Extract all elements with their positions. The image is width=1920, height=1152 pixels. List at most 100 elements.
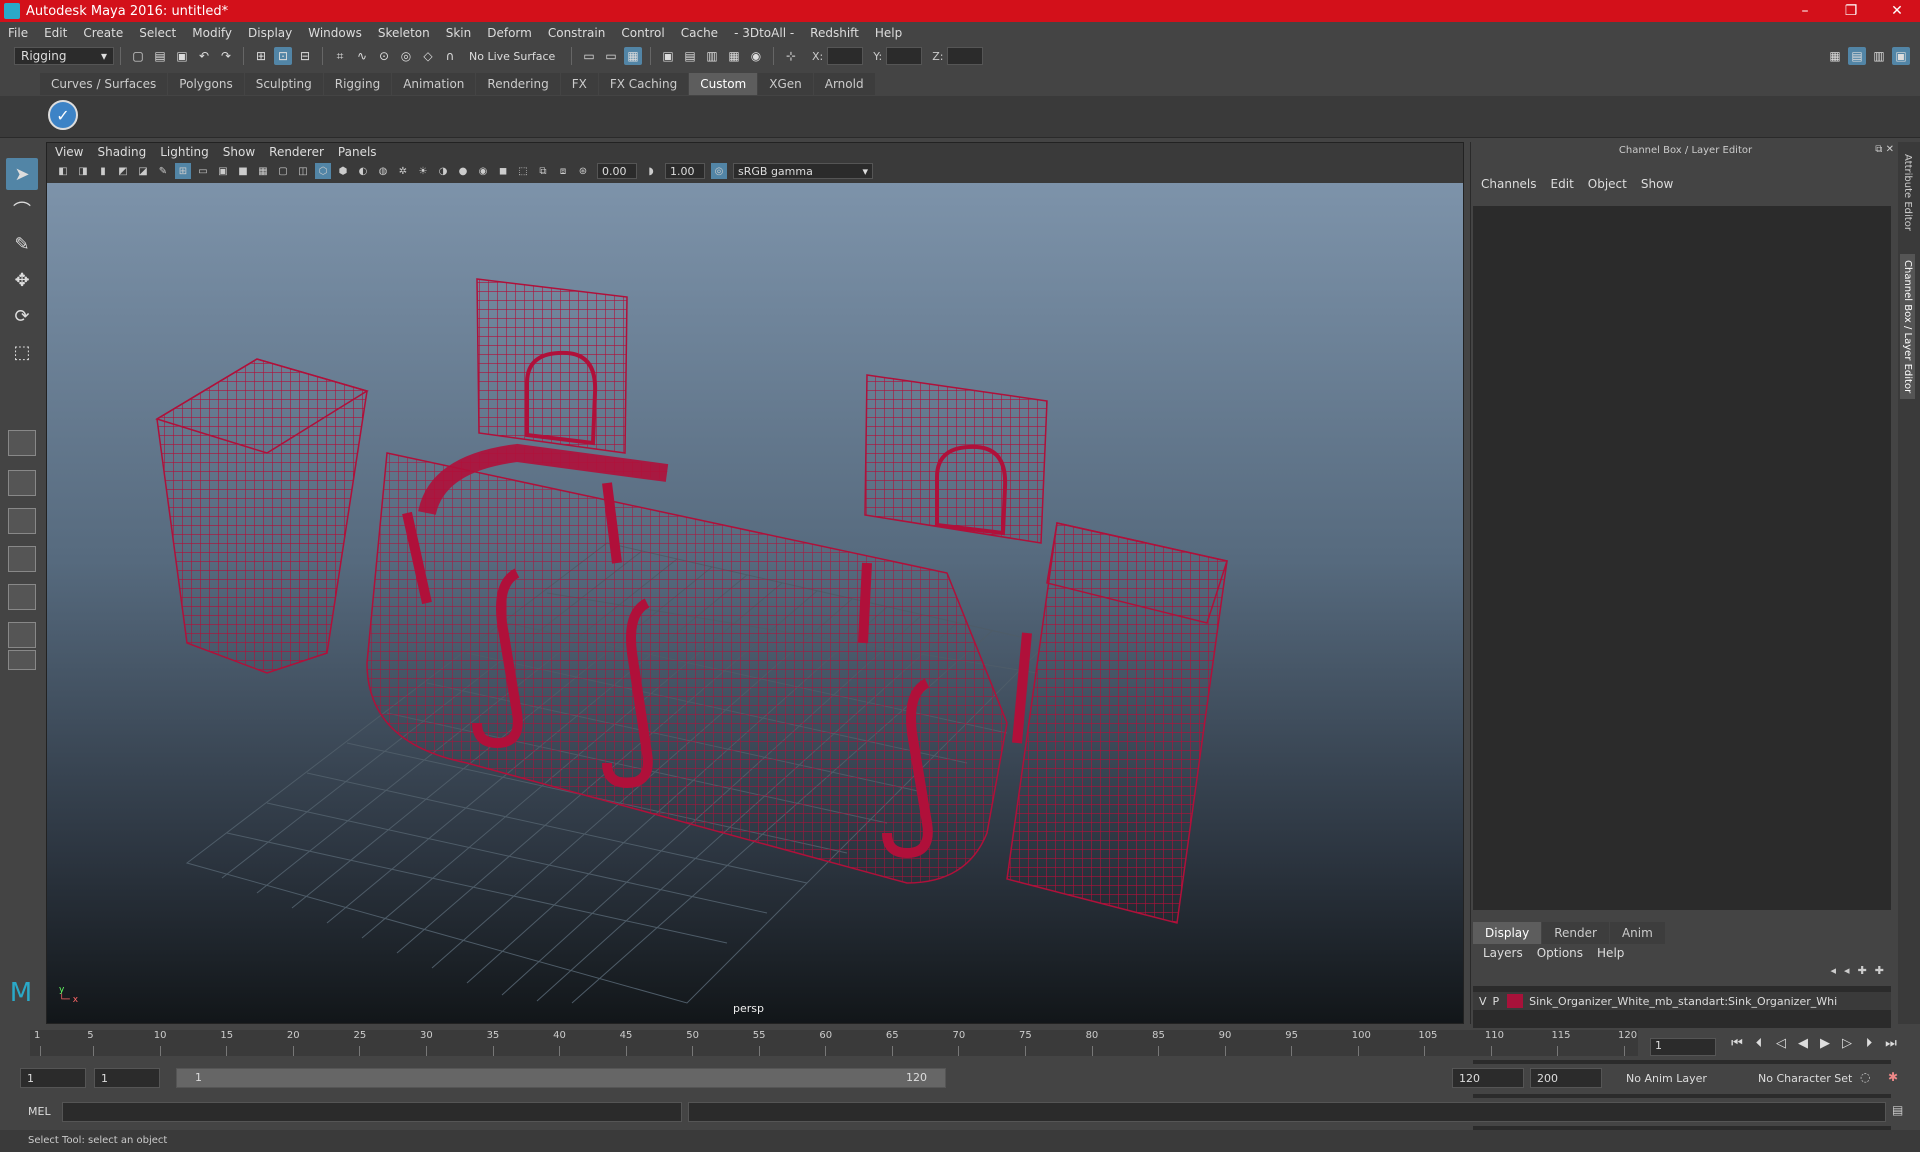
step-forward-key-icon[interactable]: ▷ xyxy=(1836,1036,1858,1051)
shadows-icon[interactable]: ◑ xyxy=(435,163,451,179)
anim-layer-dropdown[interactable]: No Anim Layer xyxy=(1620,1068,1730,1088)
go-to-start-icon[interactable]: ⏮ xyxy=(1726,1036,1748,1051)
film-gate-icon[interactable]: ▭ xyxy=(195,163,211,179)
menu-create[interactable]: Create xyxy=(83,26,123,40)
textured-icon[interactable]: ◍ xyxy=(375,163,391,179)
graph-layout-icon[interactable] xyxy=(8,584,36,610)
side-tab-attribute-editor[interactable]: Attribute Editor xyxy=(1900,148,1915,237)
move-layer-down-icon[interactable]: ◂ xyxy=(1844,964,1850,977)
redo-icon[interactable]: ↷ xyxy=(217,47,235,65)
shelf-tab-arnold[interactable]: Arnold xyxy=(813,73,875,95)
grid-icon[interactable]: ⊞ xyxy=(175,163,191,179)
safe-title-icon[interactable]: ◫ xyxy=(295,163,311,179)
step-back-key-icon[interactable]: ◁ xyxy=(1770,1036,1792,1051)
ambient-occlusion-icon[interactable]: ● xyxy=(455,163,471,179)
move-tool-icon[interactable]: ✥ xyxy=(6,264,38,296)
ipr-render-icon[interactable]: ▥ xyxy=(703,47,721,65)
current-frame-field[interactable]: 1 xyxy=(1650,1038,1716,1056)
close-icon[interactable]: ✕ xyxy=(1874,3,1920,19)
field-chart-icon[interactable]: ▦ xyxy=(255,163,271,179)
output-ops-icon[interactable]: ▭ xyxy=(602,47,620,65)
image-plane-icon[interactable]: ◩ xyxy=(115,163,131,179)
menu-help[interactable]: Help xyxy=(875,26,902,40)
color-space-dropdown[interactable]: sRGB gamma ▾ xyxy=(733,163,873,179)
2d-pan-zoom-icon[interactable]: ◪ xyxy=(135,163,151,179)
layer-tab-anim[interactable]: Anim xyxy=(1609,922,1665,944)
menu-select[interactable]: Select xyxy=(139,26,176,40)
menu-edit[interactable]: Edit xyxy=(44,26,67,40)
smooth-shade-icon[interactable]: ⬢ xyxy=(335,163,351,179)
snap-surface-icon[interactable]: ◇ xyxy=(419,47,437,65)
safe-action-icon[interactable]: ▢ xyxy=(275,163,291,179)
cb-menu-object[interactable]: Object xyxy=(1588,177,1627,191)
shelf-tab-rigging[interactable]: Rigging xyxy=(323,73,392,95)
shelf-tab-xgen[interactable]: XGen xyxy=(758,73,813,95)
menu-windows[interactable]: Windows xyxy=(308,26,362,40)
cb-menu-edit[interactable]: Edit xyxy=(1551,177,1574,191)
channel-box-area[interactable] xyxy=(1473,206,1891,910)
hypershade-icon[interactable]: ◉ xyxy=(747,47,765,65)
resolution-gate-icon[interactable]: ▣ xyxy=(215,163,231,179)
layer-menu-options[interactable]: Options xyxy=(1537,946,1583,960)
play-backwards-icon[interactable]: ◀ xyxy=(1792,1036,1814,1051)
gamma-icon[interactable]: ◗ xyxy=(643,163,659,179)
menu-control[interactable]: Control xyxy=(621,26,664,40)
transform-mode-icon[interactable]: ⊹ xyxy=(782,47,800,65)
attribute-editor-toggle-icon[interactable]: ▤ xyxy=(1848,47,1866,65)
menu-deform[interactable]: Deform xyxy=(487,26,532,40)
shelf-tab-custom[interactable]: Custom xyxy=(689,73,758,95)
shelf-tab-fx-caching[interactable]: FX Caching xyxy=(598,73,689,95)
modeling-toolkit-icon[interactable]: ▦ xyxy=(1826,47,1844,65)
shelf-tab-animation[interactable]: Animation xyxy=(392,73,476,95)
z-field[interactable] xyxy=(947,47,984,65)
snap-grid-icon[interactable]: ⌗ xyxy=(331,47,349,65)
layer-playback-toggle[interactable]: P xyxy=(1493,995,1500,1008)
input-ops-icon[interactable]: ▭ xyxy=(580,47,598,65)
script-editor-icon[interactable]: ▤ xyxy=(1892,1103,1903,1117)
gamma-field[interactable]: 1.00 xyxy=(665,163,705,179)
menu-redshift[interactable]: Redshift xyxy=(810,26,859,40)
render-view-icon[interactable]: ▣ xyxy=(659,47,677,65)
scale-tool-icon[interactable]: ⬚ xyxy=(6,336,38,368)
panel-menu-shading[interactable]: Shading xyxy=(97,145,146,159)
shelf-tab-curves-surfaces[interactable]: Curves / Surfaces xyxy=(40,73,168,95)
character-set-dropdown[interactable]: No Character Set xyxy=(1752,1068,1872,1088)
render-settings-icon[interactable]: ▦ xyxy=(725,47,743,65)
bookmark-icon[interactable]: ▮ xyxy=(95,163,111,179)
command-language-label[interactable]: MEL xyxy=(28,1105,51,1118)
menu-modify[interactable]: Modify xyxy=(192,26,232,40)
select-hierarchy-icon[interactable]: ⊞ xyxy=(252,47,270,65)
menu-skeleton[interactable]: Skeleton xyxy=(378,26,430,40)
minimize-icon[interactable]: – xyxy=(1782,3,1828,19)
camera-select-icon[interactable]: ◧ xyxy=(55,163,71,179)
lights-icon[interactable]: ☀ xyxy=(415,163,431,179)
auto-key-icon[interactable]: ◌ xyxy=(1860,1070,1870,1084)
menu-constrain[interactable]: Constrain xyxy=(548,26,606,40)
select-object-icon[interactable]: ⊡ xyxy=(274,47,292,65)
new-layer-selected-icon[interactable]: ✚ xyxy=(1875,964,1884,977)
animation-end-field[interactable]: 200 xyxy=(1530,1068,1602,1088)
panel-menu-view[interactable]: View xyxy=(55,145,83,159)
magnet-icon[interactable]: ∩ xyxy=(441,47,459,65)
exposure-icon[interactable]: ⊛ xyxy=(575,163,591,179)
gate-mask-icon[interactable]: ■ xyxy=(235,163,251,179)
live-surface-label[interactable]: No Live Surface xyxy=(469,50,565,63)
panel-menu-panels[interactable]: Panels xyxy=(338,145,377,159)
layer-visibility-toggle[interactable]: V xyxy=(1479,995,1487,1008)
panel-float-close-icon[interactable]: ⧉ ✕ xyxy=(1875,144,1894,155)
preferences-icon[interactable]: ✱ xyxy=(1888,1070,1898,1084)
channel-box-toggle-icon[interactable]: ▣ xyxy=(1892,47,1910,65)
new-scene-icon[interactable]: ▢ xyxy=(129,47,147,65)
play-forwards-icon[interactable]: ▶ xyxy=(1814,1036,1836,1051)
color-management-icon[interactable]: ◎ xyxy=(711,163,727,179)
antialiasing-icon[interactable]: ◼ xyxy=(495,163,511,179)
xray-icon[interactable]: ✲ xyxy=(395,163,411,179)
construction-history-icon[interactable]: ▦ xyxy=(624,47,642,65)
snap-view-icon[interactable]: ◎ xyxy=(397,47,415,65)
shelf-menu-handle[interactable] xyxy=(0,72,40,96)
3d-viewport[interactable]: y └─ x persp xyxy=(47,183,1463,1023)
wireframe-icon[interactable]: ⬡ xyxy=(315,163,331,179)
default-material-icon[interactable]: ◐ xyxy=(355,163,371,179)
go-to-end-icon[interactable]: ⏭ xyxy=(1880,1036,1902,1051)
render-frame-icon[interactable]: ▤ xyxy=(681,47,699,65)
